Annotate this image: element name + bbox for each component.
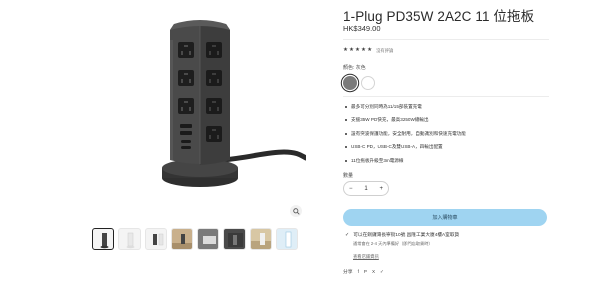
star-icon: ★: [361, 47, 367, 54]
thumbnail-8[interactable]: [275, 228, 298, 250]
share-label: 分享: [343, 270, 353, 275]
thumbnail-5[interactable]: [197, 228, 220, 250]
star-icon: ★: [343, 47, 349, 54]
x-icon[interactable]: X: [372, 269, 375, 274]
thumbnail-3[interactable]: [144, 228, 167, 250]
store-info-link[interactable]: 查看店鋪資訊: [353, 254, 379, 260]
pickup-availability: ✓ 可以在銅鑼灣長寧街10號 昌隆工業大廈4樓A室取貨: [345, 232, 459, 238]
rating[interactable]: ★ ★ ★ ★ ★ 沒有評論: [343, 48, 393, 54]
thumbnail-2[interactable]: [118, 228, 141, 250]
thumbnail-4[interactable]: [170, 228, 193, 250]
power-tower-image: [162, 20, 309, 187]
pickup-location: 可以在銅鑼灣長寧街10號 昌隆工業大廈4樓A室取貨: [353, 232, 460, 237]
pinterest-icon[interactable]: P: [364, 269, 367, 274]
quantity-value[interactable]: 1: [364, 186, 367, 192]
feature-item: 11位拖板升級至3m電源線: [345, 154, 466, 168]
check-icon: ✓: [345, 231, 350, 238]
quantity-decrease-button[interactable]: −: [349, 186, 353, 192]
product-main-image[interactable]: [88, 0, 309, 222]
quantity-stepper: − 1 +: [343, 181, 389, 196]
facebook-icon[interactable]: f: [358, 269, 359, 274]
quantity-label: 數量: [343, 173, 354, 179]
star-icon: ★: [355, 47, 361, 54]
add-to-cart-button[interactable]: 加入購物車: [343, 209, 547, 226]
feature-item: USB-C PD，USB-C及雙USB-A，四輸出配置: [345, 141, 466, 155]
share-row: 分享 f P X ✓: [343, 268, 384, 276]
review-count: 沒有評論: [376, 48, 394, 53]
thumbnail-1[interactable]: [92, 228, 115, 250]
zoom-icon[interactable]: [290, 205, 302, 217]
color-swatches: [343, 76, 375, 90]
feature-item: 設有突波保護功能，安全耐用，自動識別和快速充電功能: [345, 127, 466, 141]
star-icon: ★: [367, 47, 373, 54]
thumbnail-6[interactable]: [223, 228, 246, 250]
divider: [343, 96, 549, 97]
send-icon[interactable]: ✓: [380, 269, 384, 275]
color-label: 顏色: 灰色: [343, 65, 366, 71]
product-price: HK$349.00: [343, 24, 381, 33]
color-swatch-white[interactable]: [361, 76, 375, 90]
star-icon: ★: [349, 47, 355, 54]
pickup-ready-time: 通常會在 2-4 天內準備好（即門店取貨時）: [353, 241, 433, 246]
thumbnail-strip: [92, 228, 298, 250]
thumbnail-7[interactable]: [249, 228, 272, 250]
color-swatch-grey[interactable]: [343, 76, 357, 90]
feature-item: 支援35W PD快充，最高3250W總輸出: [345, 114, 466, 128]
feature-list: 最多可分別同時為11/15部裝置充電 支援35W PD快充，最高3250W總輸出…: [345, 100, 466, 168]
quantity-increase-button[interactable]: +: [379, 186, 383, 192]
divider: [343, 39, 549, 40]
feature-item: 最多可分別同時為11/15部裝置充電: [345, 100, 466, 114]
product-title: 1-Plug PD35W 2A2C 11 位拖板: [343, 9, 535, 24]
